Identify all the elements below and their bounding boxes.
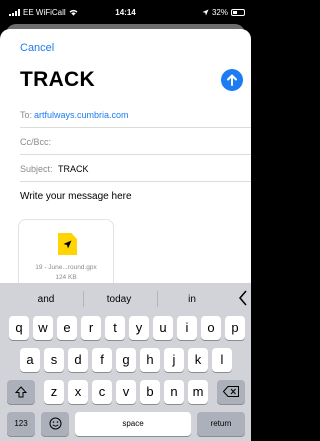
key-y[interactable]: y (129, 316, 149, 340)
key-l[interactable]: l (212, 348, 232, 372)
key-c[interactable]: c (92, 380, 112, 404)
cancel-button[interactable]: Cancel (20, 42, 54, 54)
status-right: 32% (202, 8, 245, 17)
suggestion-1[interactable]: and (16, 294, 76, 305)
key-p[interactable]: p (225, 316, 245, 340)
key-w[interactable]: w (33, 316, 53, 340)
message-body[interactable]: Write your message here (20, 191, 132, 202)
key-d[interactable]: d (68, 348, 88, 372)
to-recipient[interactable]: artfulways.cumbria.com (34, 110, 129, 120)
shift-key[interactable] (7, 380, 35, 404)
shift-icon (14, 386, 28, 398)
suggestion-2[interactable]: today (89, 294, 149, 305)
send-button[interactable] (221, 69, 243, 91)
key-z[interactable]: z (44, 380, 64, 404)
to-field[interactable]: To: artfulways.cumbria.com (20, 102, 251, 128)
return-key[interactable]: return (197, 412, 245, 436)
attachment-filename: 19 - June...round.gpx (35, 264, 97, 271)
keyboard: and today in q w e r t y u i o p a s d f… (0, 283, 251, 441)
key-a[interactable]: a (20, 348, 40, 372)
space-key[interactable]: space (75, 412, 191, 436)
suggestion-divider (157, 291, 158, 307)
subject-label: Subject: (20, 164, 53, 174)
to-label: To: (20, 110, 33, 120)
suggestion-divider (83, 291, 84, 307)
key-k[interactable]: k (188, 348, 208, 372)
emoji-key[interactable] (41, 412, 69, 436)
key-h[interactable]: h (140, 348, 160, 372)
compose-title: TRACK (20, 68, 95, 91)
gpx-file-icon (58, 233, 77, 255)
emoji-icon (49, 417, 61, 430)
key-j[interactable]: j (164, 348, 184, 372)
location-icon (202, 9, 209, 16)
key-e[interactable]: e (57, 316, 77, 340)
suggestion-bar: and today in (0, 283, 251, 315)
key-f[interactable]: f (92, 348, 112, 372)
key-t[interactable]: t (105, 316, 125, 340)
arrow-up-icon (227, 74, 237, 86)
attachment-size: 124 KB (55, 274, 77, 281)
subject-value[interactable]: TRACK (58, 164, 89, 174)
key-q[interactable]: q (9, 316, 29, 340)
key-v[interactable]: v (116, 380, 136, 404)
subject-field[interactable]: Subject: TRACK (20, 156, 251, 182)
delete-key[interactable] (217, 380, 245, 404)
key-b[interactable]: b (140, 380, 160, 404)
key-n[interactable]: n (164, 380, 184, 404)
status-bar: EE WiFiCall 14:14 32% (0, 0, 251, 24)
compose-sheet: Cancel TRACK To: artfulways.cumbria.com … (0, 29, 251, 309)
suggestion-3[interactable]: in (162, 294, 222, 305)
key-x[interactable]: x (68, 380, 88, 404)
backspace-icon (222, 386, 239, 397)
key-g[interactable]: g (116, 348, 136, 372)
key-m[interactable]: m (188, 380, 208, 404)
cc-bcc-field[interactable]: Cc/Bcc: (20, 129, 251, 155)
cc-bcc-label: Cc/Bcc: (20, 137, 52, 147)
numbers-key[interactable]: 123 (7, 412, 35, 436)
key-r[interactable]: r (81, 316, 101, 340)
chevron-left-icon[interactable] (238, 289, 248, 307)
battery-label: 32% (211, 8, 228, 17)
navigation-arrow-icon (63, 240, 72, 249)
key-s[interactable]: s (44, 348, 64, 372)
key-o[interactable]: o (201, 316, 221, 340)
key-i[interactable]: i (177, 316, 197, 340)
key-u[interactable]: u (153, 316, 173, 340)
battery-icon (231, 9, 245, 16)
